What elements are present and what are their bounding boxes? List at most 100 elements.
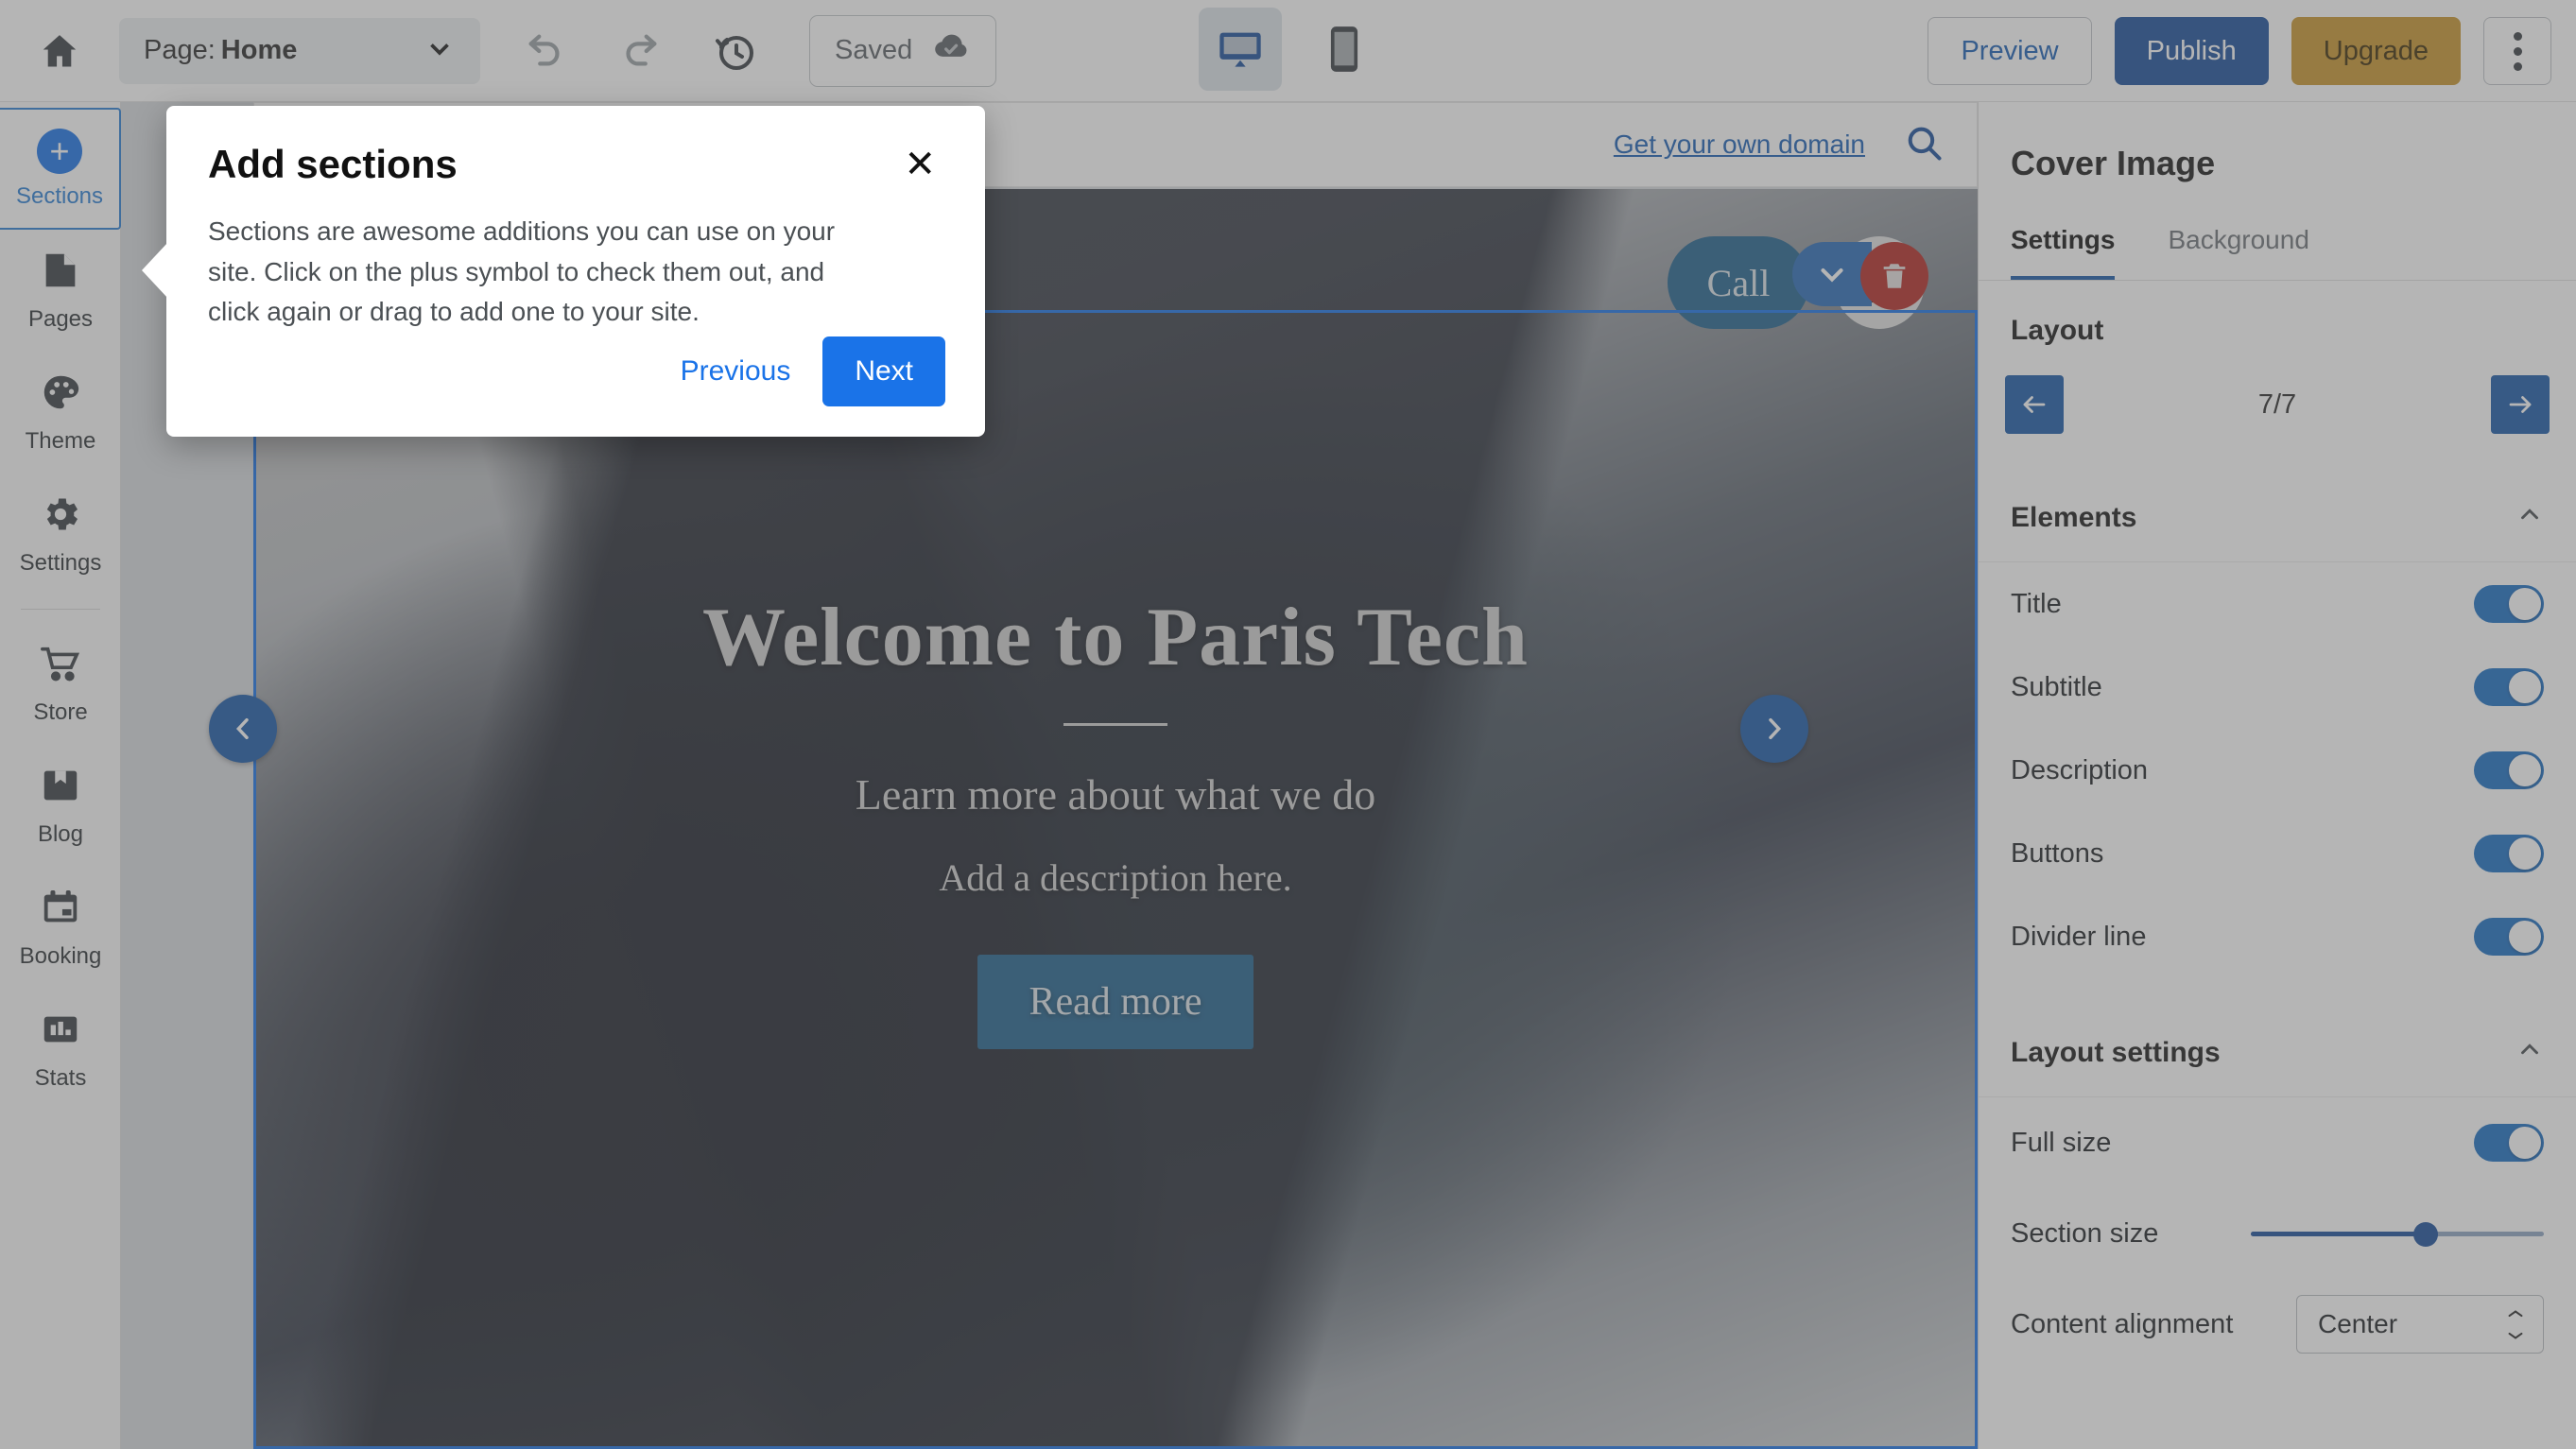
page-icon [39,249,82,297]
page-selector[interactable]: Page:Home [119,18,480,84]
content-alignment-value: Center [2318,1309,2397,1339]
kebab-menu-icon[interactable] [2483,17,2551,85]
element-label: Buttons [2011,838,2103,870]
hero-title: Welcome to Paris Tech [702,590,1529,685]
toggle-subtitle[interactable] [2474,668,2544,706]
publish-button[interactable]: Publish [2115,17,2269,85]
sidebar-item-stats[interactable]: Stats [0,989,121,1111]
dialog-header: Add sections ✕ [166,106,985,187]
close-icon[interactable]: ✕ [896,142,943,187]
panel-title: Cover Image [1979,102,2576,212]
home-icon[interactable] [26,18,93,84]
page-value: Home [221,35,298,65]
saved-status: Saved [809,15,996,87]
sidebar-item-label: Booking [20,943,102,970]
section-size-label: Section size [2011,1218,2251,1250]
mobile-icon[interactable] [1303,8,1386,91]
content-alignment-label: Content alignment [2011,1309,2296,1340]
palette-icon [39,371,82,419]
carousel-next-button[interactable] [1740,695,1808,763]
previous-button[interactable]: Previous [681,355,791,388]
sidebar-item-label: Blog [38,821,83,848]
page-label: Page: [144,35,216,65]
hero-description: Add a description here. [939,855,1291,900]
search-icon[interactable] [1903,122,1945,168]
undo-icon[interactable] [509,14,582,88]
toggle-buttons[interactable] [2474,835,2544,872]
chevron-up-icon [2515,1035,2544,1070]
hero-divider-line [1063,723,1167,726]
trash-icon[interactable] [1860,242,1928,310]
sidebar-item-label: Store [33,699,87,726]
layout-counter: 7/7 [2064,389,2491,421]
layout-heading-label: Layout [2011,315,2103,347]
content-alignment-select[interactable]: Center [2296,1295,2544,1354]
layout-next-button[interactable] [2491,375,2550,434]
saved-label: Saved [835,35,912,66]
elements-section-header[interactable]: Elements [1979,466,2576,562]
upgrade-button[interactable]: Upgrade [2291,17,2461,85]
calendar-icon [39,886,82,934]
layout-row-full-size: Full size [1979,1097,2576,1188]
sidebar-item-blog[interactable]: Blog [0,745,121,867]
sidebar-item-pages[interactable]: Pages [0,230,121,352]
sidebar-item-label: Settings [20,550,102,577]
layout-picker: 7/7 [1979,360,2576,466]
sidebar-divider [21,609,100,610]
element-row-description: Description [1979,729,2576,812]
section-toolbar [1792,242,1928,310]
slider-thumb[interactable] [2413,1222,2438,1247]
sidebar-item-settings[interactable]: Settings [0,474,121,595]
website-builder-app: Page:Home Saved [0,0,2576,1449]
carousel-prev-button[interactable] [209,695,277,763]
element-label: Description [2011,755,2148,786]
layout-settings-section-header[interactable]: Layout settings [1979,1001,2576,1097]
sidebar-item-label: Sections [16,183,103,210]
top-actions: Preview Publish Upgrade [1928,0,2551,102]
sidebar-item-store[interactable]: Store [0,623,121,745]
section-size-slider[interactable] [2251,1229,2544,1238]
sidebar-item-theme[interactable]: Theme [0,352,121,474]
sidebar-item-label: Stats [35,1065,87,1092]
bar-chart-icon [39,1008,82,1056]
sidebar-item-sections[interactable]: + Sections [0,108,121,230]
desktop-icon[interactable] [1199,8,1282,91]
tab-background[interactable]: Background [2168,212,2308,280]
layout-settings-heading-label: Layout settings [2011,1037,2221,1069]
preview-button[interactable]: Preview [1928,17,2091,85]
history-clock-icon[interactable] [698,14,771,88]
dialog-title: Add sections [208,142,458,187]
redo-icon[interactable] [603,14,677,88]
toggle-description[interactable] [2474,751,2544,789]
toggle-divider-line[interactable] [2474,918,2544,956]
element-row-title: Title [1979,562,2576,646]
sidebar-item-label: Theme [26,428,96,455]
toggle-full-size[interactable] [2474,1124,2544,1162]
add-sections-tour-dialog: Add sections ✕ Sections are awesome addi… [166,106,985,437]
get-domain-link[interactable]: Get your own domain [1614,129,1865,160]
hero-subtitle: Learn more about what we do [856,769,1376,819]
tooltip-pointer [142,242,168,299]
toggle-title[interactable] [2474,585,2544,623]
chevron-down-icon [424,32,456,69]
cloud-check-icon [927,30,971,72]
layout-heading: Layout [1979,281,2576,360]
element-row-divider-line: Divider line [1979,895,2576,978]
read-more-button[interactable]: Read more [977,955,1253,1049]
element-label: Subtitle [2011,672,2102,703]
bookmark-icon [39,764,82,812]
chevron-up-icon [2515,500,2544,535]
plus-circle-icon: + [37,129,82,174]
dialog-body-text: Sections are awesome additions you can u… [166,187,923,333]
history-controls [509,14,771,88]
layout-row-section-size: Section size [1979,1188,2576,1279]
sidebar-item-booking[interactable]: Booking [0,867,121,989]
top-toolbar: Page:Home Saved [0,0,2576,102]
element-label: Title [2011,589,2062,620]
elements-heading-label: Elements [2011,502,2136,534]
layout-prev-button[interactable] [2005,375,2064,434]
full-size-label: Full size [2011,1128,2111,1159]
tab-settings[interactable]: Settings [2011,212,2115,280]
element-row-buttons: Buttons [1979,812,2576,895]
next-button[interactable]: Next [822,336,945,406]
